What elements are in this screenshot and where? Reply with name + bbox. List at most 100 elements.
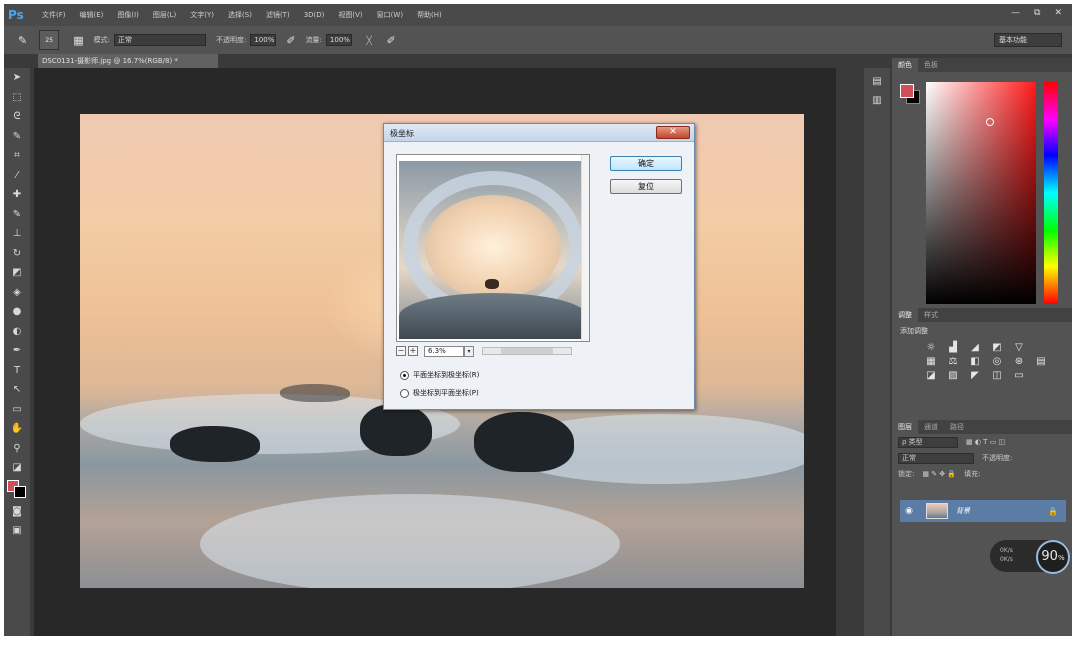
pressure-size-icon[interactable]: ✐ (387, 34, 396, 47)
history-panel-icon[interactable]: ▤ (864, 76, 890, 87)
minimize-icon[interactable]: — (1011, 8, 1020, 18)
default-colors-icon[interactable]: ◪ (4, 458, 30, 478)
flow-field[interactable]: 100% (325, 34, 352, 46)
healing-icon[interactable]: ✚ (4, 185, 30, 205)
menu-filter[interactable]: 滤镜(T) (266, 10, 290, 20)
mode-select[interactable]: 正常 (113, 34, 206, 46)
menu-view[interactable]: 视图(V) (338, 10, 362, 20)
selective-color-icon[interactable]: ◫ (988, 370, 1006, 381)
menu-layer[interactable]: 图层(L) (153, 10, 176, 20)
restore-icon[interactable]: ⧉ (1034, 8, 1040, 18)
radio-rect-to-polar-row[interactable]: 平面坐标到极坐标(R) (400, 370, 479, 380)
properties-panel-icon[interactable]: ▥ (864, 95, 890, 106)
levels-icon[interactable]: ▟ (944, 342, 962, 353)
zoom-in-button[interactable]: + (408, 346, 418, 356)
history-brush-icon[interactable]: ↻ (4, 244, 30, 264)
brush-panel-icon[interactable]: ▦ (73, 34, 83, 47)
lasso-icon[interactable]: ᘓ (4, 107, 30, 127)
menu-window[interactable]: 窗口(W) (377, 10, 403, 20)
vibrance-icon[interactable]: ▽ (1010, 342, 1028, 353)
pen-icon[interactable]: ✒ (4, 341, 30, 361)
type-icon[interactable]: T (4, 361, 30, 381)
filter-icons[interactable]: ▦ ◐ T ▭ ◫ (966, 438, 1005, 446)
menu-type[interactable]: 文字(Y) (190, 10, 214, 20)
shape-icon[interactable]: ▭ (4, 400, 30, 420)
scroll-thumb[interactable] (501, 348, 553, 354)
dodge-icon[interactable]: ◐ (4, 322, 30, 342)
workspace-select[interactable]: 基本功能 (994, 33, 1062, 47)
zoom-out-button[interactable]: − (396, 346, 406, 356)
filter-preview[interactable] (396, 154, 590, 342)
color-picker-field[interactable] (926, 82, 1036, 304)
crop-icon[interactable]: ⌗ (4, 146, 30, 166)
pressure-opacity-icon[interactable]: ✐ (286, 34, 295, 47)
zoom-dropdown[interactable]: ▾ (464, 345, 474, 357)
hue-saturation-icon[interactable]: ▦ (922, 356, 940, 367)
tab-paths[interactable]: 路径 (944, 422, 970, 432)
quick-select-icon[interactable]: ✎ (4, 127, 30, 147)
panel-foreground-swatch[interactable] (900, 84, 914, 98)
opacity-field[interactable]: 100% (250, 34, 277, 46)
brush-tool-icon[interactable]: ✎ (18, 34, 27, 47)
tab-layers[interactable]: 图层 (892, 420, 918, 434)
path-select-icon[interactable]: ↖ (4, 380, 30, 400)
brush-size-picker[interactable]: 25 (39, 30, 60, 50)
tab-styles[interactable]: 样式 (918, 310, 944, 320)
blur-icon[interactable]: ● (4, 302, 30, 322)
color-balance-icon[interactable]: ⚖ (944, 356, 962, 367)
curves-icon[interactable]: ◢ (966, 342, 984, 353)
radio-rect-to-polar[interactable] (400, 370, 409, 380)
brush-icon[interactable]: ✎ (4, 205, 30, 225)
threshold-icon[interactable]: ◤ (966, 370, 984, 381)
stamp-icon[interactable]: ⊥ (4, 224, 30, 244)
marquee-icon[interactable]: ⬚ (4, 88, 30, 108)
panel-color-swatches[interactable] (900, 84, 928, 112)
tab-adjustments[interactable]: 调整 (892, 308, 918, 322)
photo-filter-icon[interactable]: ◎ (988, 356, 1006, 367)
airbrush-icon[interactable]: ᚷ (366, 34, 373, 47)
hue-slider[interactable] (1044, 82, 1058, 304)
menu-select[interactable]: 选择(S) (228, 10, 252, 20)
black-white-icon[interactable]: ◧ (966, 356, 984, 367)
lock-icons[interactable]: ▦ ✎ ✥ 🔒 (922, 470, 956, 478)
color-picker-cursor[interactable] (986, 118, 994, 126)
eye-icon[interactable]: ◉ (900, 506, 918, 516)
ok-button[interactable]: 确定 (610, 156, 682, 171)
blend-mode-select[interactable]: 正常 (898, 452, 974, 464)
radio-polar-to-rect[interactable] (400, 388, 409, 398)
color-lookup-icon[interactable]: ▤ (1032, 356, 1050, 367)
close-icon[interactable]: ✕ (1054, 8, 1062, 18)
layer-name[interactable]: 背景 (956, 506, 970, 516)
radio-polar-to-rect-row[interactable]: 极坐标到平面坐标(P) (400, 388, 479, 398)
posterize-icon[interactable]: ▨ (944, 370, 962, 381)
channel-mixer-icon[interactable]: ⊛ (1010, 356, 1028, 367)
background-swatch[interactable] (14, 485, 26, 498)
gradient-map-icon[interactable]: ▭ (1010, 370, 1028, 381)
tab-channels[interactable]: 通道 (918, 422, 944, 432)
menu-file[interactable]: 文件(F) (42, 10, 66, 20)
dialog-title-bar[interactable]: 极坐标 ✕ (384, 124, 694, 142)
tab-color[interactable]: 颜色 (892, 58, 918, 72)
layer-filter-kind[interactable]: ρ 类型 (898, 436, 958, 448)
bucket-icon[interactable]: ◈ (4, 283, 30, 303)
eraser-icon[interactable]: ◩ (4, 263, 30, 283)
hand-icon[interactable]: ✋ (4, 419, 30, 439)
reset-button[interactable]: 复位 (610, 179, 682, 194)
preview-h-scrollbar[interactable] (482, 347, 572, 355)
layer-row-background[interactable]: ◉ 背景 🔒 (900, 500, 1066, 522)
move-icon[interactable]: ➤ (4, 68, 30, 88)
quick-mask-icon[interactable]: ◙ (4, 502, 30, 522)
menu-edit[interactable]: 编辑(E) (80, 10, 104, 20)
color-swatches[interactable] (4, 478, 30, 502)
invert-icon[interactable]: ◪ (922, 370, 940, 381)
preview-scrollbar[interactable] (581, 155, 589, 341)
menu-image[interactable]: 图像(I) (117, 10, 139, 20)
document-tab[interactable]: DSC0131-摄影师.jpg @ 16.7%(RGB/8) * (38, 54, 218, 68)
dialog-close-button[interactable]: ✕ (656, 126, 690, 139)
tab-swatches[interactable]: 色板 (918, 60, 944, 70)
exposure-icon[interactable]: ◩ (988, 342, 1006, 353)
menu-help[interactable]: 帮助(H) (417, 10, 442, 20)
zoom-value[interactable]: 6.3% (424, 345, 464, 357)
zoom-icon[interactable]: ⚲ (4, 439, 30, 459)
screen-mode-icon[interactable]: ▣ (4, 521, 30, 541)
